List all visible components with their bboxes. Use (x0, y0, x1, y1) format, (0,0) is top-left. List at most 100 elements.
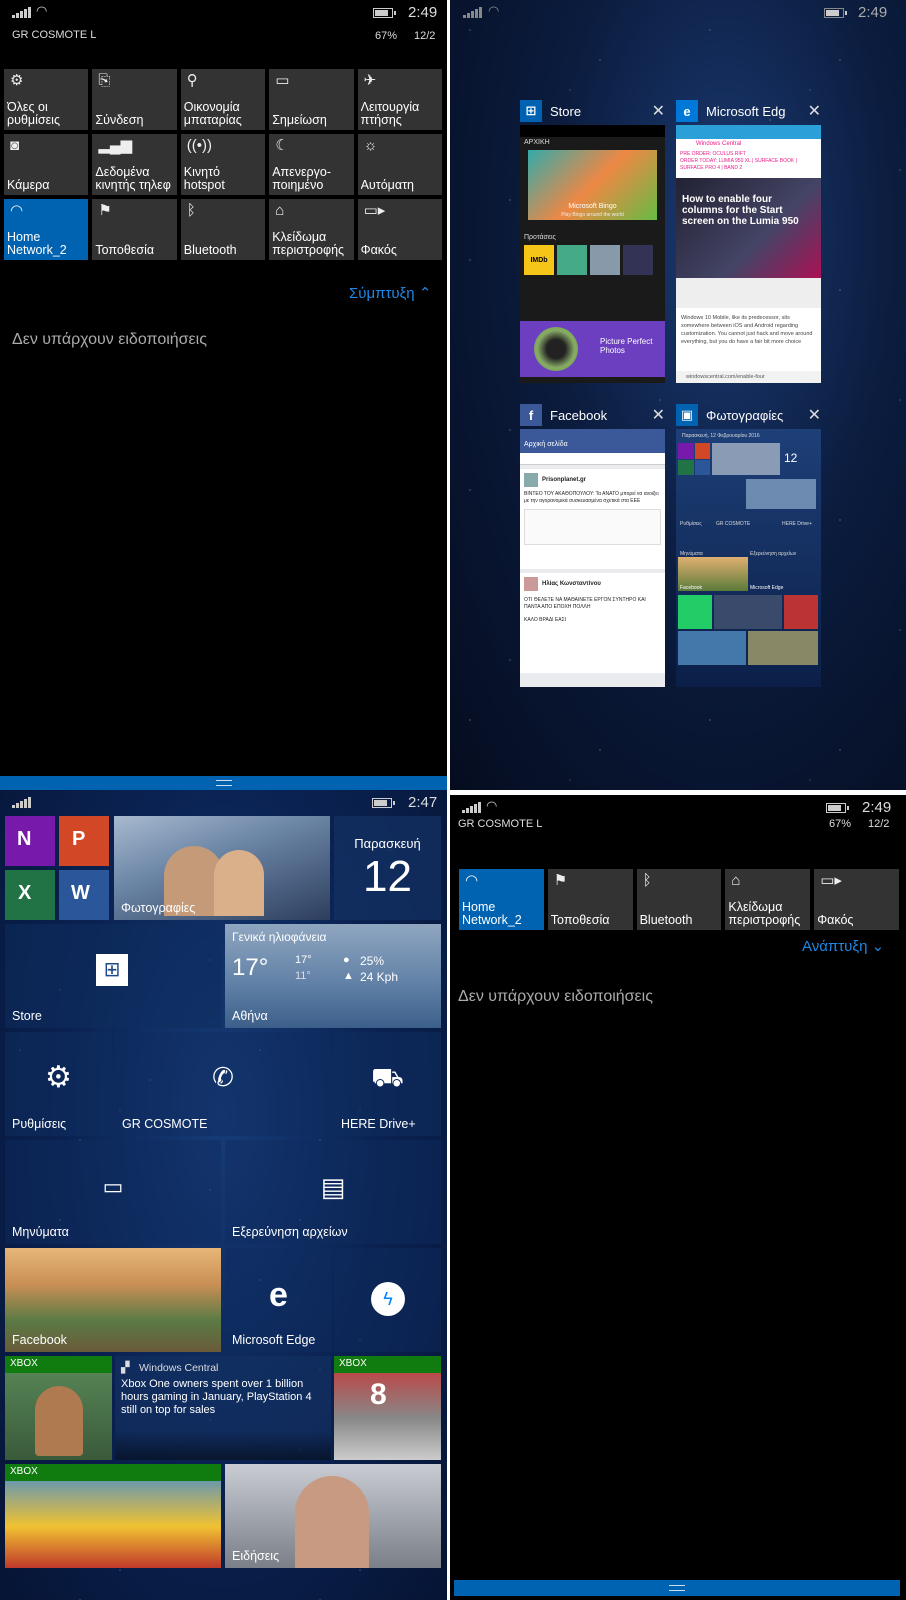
post2-text: ΟΤΙ ΘΕΛΕΤΕ ΝΑ ΜΑΘΑΙΝΕΤΕ ΕΡΓΟΝ ΣΥΝΤΗΡΟ ΚΑ… (524, 597, 646, 610)
messaging-tile[interactable]: ▭ Μηνύματα (5, 1140, 221, 1244)
xbox-game-tile-1[interactable]: XBOX (5, 1356, 112, 1460)
app-card-edge[interactable]: e Microsoft Edg ✕ Windows Central PRE OR… (676, 99, 821, 383)
battery-icon (826, 803, 849, 813)
app-card-facebook[interactable]: f Facebook ✕ Αρχική σελίδα Prisonplanet.… (520, 403, 665, 687)
quick-action-label: Κλείδωμα περιστροφής (272, 231, 345, 257)
quick-action-rotation-lock[interactable]: ⌂ Κλείδωμα περιστροφής (725, 869, 811, 930)
mini-label: GR COSMOTE (716, 521, 751, 527)
flashlight-icon: ▭▸ (820, 872, 842, 889)
facebook-tile[interactable]: Facebook (5, 1248, 221, 1352)
quick-action-rotation-lock[interactable]: ⌂ Κλείδωμα περιστροφής (269, 199, 354, 260)
quick-action-brightness[interactable]: ☼ Αυτόματη (357, 134, 442, 195)
quick-action-wifi[interactable]: ◠ Home Network_2 (4, 199, 89, 260)
post2-author: Ηλίας Κωνσταντίνου (542, 581, 601, 587)
quick-action-battery-saver[interactable]: ⚲ Οικονομία μπαταρίας (180, 69, 266, 130)
phone-tile[interactable]: ✆ GR COSMOTE (115, 1032, 331, 1136)
quick-action-flashlight[interactable]: ▭▸ Φακός (814, 869, 899, 930)
quick-action-gear[interactable]: ⚙ Όλες οι ρυθμίσεις (4, 69, 89, 130)
quick-action-location[interactable]: ⚑ Τοποθεσία (92, 199, 177, 260)
folder-icon: ▤ (320, 1172, 346, 1202)
windows-central-tile[interactable]: ▞ Windows Central Xbox One owners spent … (115, 1356, 331, 1460)
photos-tile-label: Φωτογραφίες (121, 901, 196, 915)
xbox-game-tile-3[interactable]: XBOX (5, 1464, 221, 1568)
app-card-photos[interactable]: ▣ Φωτογραφίες ✕ Παρασκευή, 12 Φεβρουαρίο… (676, 403, 821, 687)
gear-icon: ⚙ (45, 1061, 72, 1094)
app-card-title: Φωτογραφίες (706, 407, 784, 423)
expand-link[interactable]: Ανάπτυξη ⌄ (802, 937, 884, 955)
file-explorer-tile-label: Εξερεύνηση αρχείων (232, 1225, 348, 1239)
quick-action-label: Αυτόματη (360, 179, 414, 192)
excel-icon: X (18, 882, 32, 904)
weather-tile[interactable]: Γενικά ηλιοφάνεια 17° 17° 11° ● 25% ▲ 24… (225, 924, 441, 1028)
file-explorer-tile[interactable]: ▤ Εξερεύνηση αρχείων (225, 1140, 441, 1244)
facebook-app-icon: f (520, 404, 542, 426)
collapse-link[interactable]: Σύμπτυξη ⌃ (349, 284, 431, 302)
close-icon[interactable]: ✕ (652, 101, 665, 121)
xbox-band: XBOX (334, 1356, 441, 1373)
news-tile[interactable]: Ειδήσεις (225, 1464, 441, 1568)
excel-tile[interactable]: X (5, 870, 55, 920)
game-character (35, 1386, 83, 1456)
photos-thumbnail: Παρασκευή, 12 Φεβρουαρίου 2016 12 Ρυθμίσ… (676, 429, 821, 687)
quick-action-airplane[interactable]: ✈ Λειτουργία πτήσης (357, 69, 442, 130)
app-card-store[interactable]: ⊞ Store ✕ ΑΡΧΙΚΗ Microsoft Bingo Play Bi… (520, 99, 665, 383)
quick-action-bluetooth[interactable]: ᛒ Bluetooth (180, 199, 266, 260)
wifi-status-icon: ◠ (486, 798, 498, 813)
word-tile[interactable]: W (59, 870, 109, 920)
edge-tile[interactable]: e Microsoft Edge (225, 1248, 332, 1352)
close-icon[interactable]: ✕ (808, 405, 821, 425)
status-bar: ◠ 2:49 (450, 0, 906, 26)
store-tile[interactable]: ⊞ Store (5, 924, 221, 1028)
store-bag-icon: ⊞ (96, 954, 128, 986)
banner-title: Microsoft Bingo (568, 203, 617, 210)
powerpoint-icon: P (72, 828, 86, 850)
close-icon[interactable]: ✕ (808, 101, 821, 121)
xbox-game-tile-2[interactable]: XBOX 8 (334, 1356, 441, 1460)
quick-action-cellular-data[interactable]: ▂▄▆ Δεδομένα κινητής τηλεφ (92, 134, 177, 195)
phone-icon: ✆ (212, 1062, 234, 1092)
promo-banner: Picture Perfect Photos (520, 321, 665, 377)
powerpoint-tile[interactable]: P (59, 816, 109, 866)
onenote-tile[interactable]: N (5, 816, 55, 866)
action-center-handle[interactable] (0, 776, 447, 790)
clock: 2:47 (408, 794, 438, 811)
quick-action-camera[interactable]: ◙ Κάμερα (4, 134, 89, 195)
weather-condition: Γενικά ηλιοφάνεια (232, 930, 327, 944)
quick-action-label: Όλες οι ρυθμίσεις (7, 101, 60, 127)
task-switcher: ◠ 2:49 ⊞ Store ✕ ΑΡΧΙΚΗ Microsoft Bingo … (450, 0, 906, 790)
location-icon: ⚑ (98, 202, 112, 219)
messenger-tile[interactable]: ϟ (334, 1248, 441, 1352)
battery-icon (372, 798, 395, 808)
close-icon[interactable]: ✕ (652, 405, 665, 425)
quick-action-flashlight[interactable]: ▭▸ Φακός (357, 199, 442, 260)
quick-action-connect[interactable]: ⎘ Σύνδεση (92, 69, 177, 130)
weather-city: Αθήνα (232, 1009, 268, 1023)
xbox-band: XBOX (5, 1464, 221, 1481)
quick-action-wifi[interactable]: ◠ Home Network_2 (459, 869, 544, 930)
action-center-handle[interactable] (454, 1580, 900, 1596)
photos-tile[interactable]: Φωτογραφίες (114, 816, 330, 920)
weather-humidity: 25% (360, 954, 385, 968)
wc-site: Windows Central (696, 141, 742, 147)
settings-tile[interactable]: ⚙ Ρυθμίσεις (5, 1032, 112, 1136)
cellular-data-icon: ▂▄▆ (98, 137, 133, 154)
post2-extra: ΚΑΛΟ ΒΡΑΔΙ ΕΑΣΙ (524, 617, 567, 623)
mini-label: Microsoft Edge (750, 585, 784, 591)
mouse-tile (590, 245, 620, 275)
store-thumbnail: ΑΡΧΙΚΗ Microsoft Bingo Play Bingo around… (520, 125, 665, 383)
settings-tile-label: Ρυθμίσεις (12, 1117, 67, 1131)
quick-action-label: Κινητό hotspot (183, 166, 225, 192)
status-bar: ◠ 2:49 (0, 0, 447, 26)
battery-percent: 67% (829, 818, 852, 830)
quick-action-moon[interactable]: ☾ Απενεργο- ποιημένο (269, 134, 354, 195)
quick-action-note[interactable]: ▭ Σημείωση (269, 69, 354, 130)
store-header: ΑΡΧΙΚΗ (524, 139, 550, 146)
wifi-icon: ◠ (10, 202, 24, 219)
here-drive-tile[interactable]: ⛟ HERE Drive+ (334, 1032, 441, 1136)
gravity-tile (623, 245, 653, 275)
quick-action-location[interactable]: ⚑ Τοποθεσία (547, 869, 633, 930)
photo-person (214, 850, 264, 916)
calendar-tile[interactable]: Παρασκευή 12 (334, 816, 441, 920)
quick-action-bluetooth[interactable]: ᛒ Bluetooth (636, 869, 722, 930)
quick-action-hotspot[interactable]: ((•)) Κινητό hotspot (180, 134, 266, 195)
